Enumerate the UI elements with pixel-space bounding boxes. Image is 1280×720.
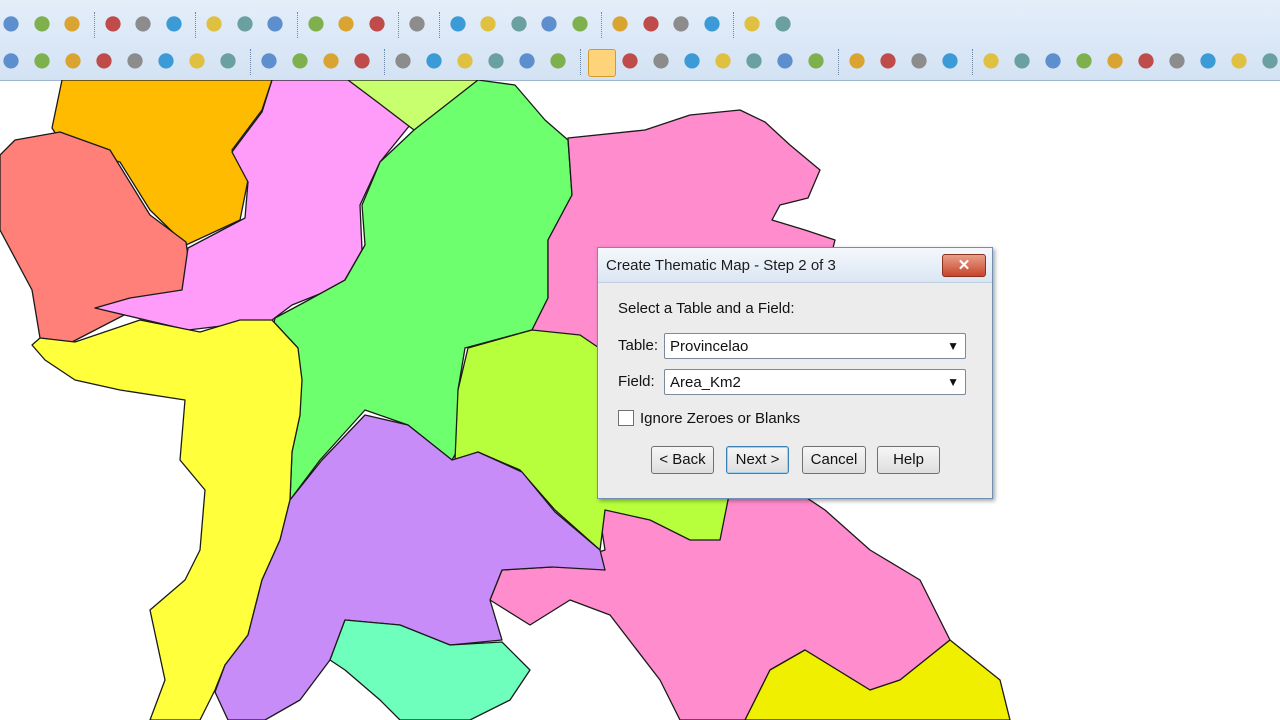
more-icon[interactable] [1259, 51, 1280, 73]
toolbar-separator [972, 49, 975, 75]
text-style-icon[interactable] [351, 51, 373, 73]
dialog-titlebar[interactable]: Create Thematic Map - Step 2 of 3 ✕ [598, 248, 992, 283]
add-node-icon[interactable] [454, 51, 476, 73]
open-workspace-icon[interactable] [162, 14, 185, 36]
radius-select-icon[interactable] [650, 51, 672, 73]
polygon-icon[interactable] [186, 51, 208, 73]
frame-icon[interactable] [155, 51, 177, 73]
export-pdf-icon[interactable] [264, 14, 286, 36]
dialog-title: Create Thematic Map - Step 2 of 3 [606, 257, 836, 274]
graph-select-icon[interactable] [805, 51, 827, 73]
convert-icon[interactable] [516, 51, 538, 73]
combine-icon[interactable] [485, 51, 507, 73]
select-prompt: Select a Table and a Field: [618, 300, 795, 317]
shield-icon[interactable] [700, 14, 723, 36]
rectangle-icon[interactable] [62, 51, 84, 73]
save-copy-icon[interactable] [132, 14, 154, 36]
select-icon[interactable] [588, 49, 616, 77]
globe-icon[interactable] [609, 14, 631, 36]
ignore-zeroes-label[interactable]: Ignore Zeroes or Blanks [640, 410, 800, 427]
toolbar-separator [733, 12, 736, 38]
open-icon[interactable] [0, 14, 22, 36]
redistrict-icon[interactable] [568, 14, 591, 36]
field-dropdown[interactable]: Area_Km2 ▼ [664, 369, 966, 395]
dropdown-arrow-icon: ▼ [947, 375, 959, 389]
symbol-icon[interactable] [258, 51, 280, 73]
boundary-select-icon[interactable] [712, 51, 734, 73]
ruler-icon[interactable] [1042, 51, 1064, 73]
reshape-icon[interactable] [423, 51, 445, 73]
toolbar-separator [93, 12, 97, 38]
layer-icon[interactable] [392, 51, 414, 73]
standard-toolbar [0, 4, 1280, 44]
marquee-select-icon[interactable] [619, 51, 641, 73]
dropdown-arrow-icon: ▼ [947, 339, 959, 353]
close-icon: ✕ [957, 257, 971, 274]
toolbar-separator [250, 49, 253, 75]
legend-icon[interactable] [1166, 51, 1188, 73]
arc-icon[interactable] [320, 51, 342, 73]
next-button[interactable]: Next > [726, 446, 789, 474]
toolbar-separator [296, 12, 300, 38]
chart-icon[interactable] [639, 14, 662, 36]
stats-icon[interactable] [670, 14, 692, 36]
ellipse-icon[interactable] [0, 51, 22, 73]
comment-icon[interactable] [771, 14, 794, 36]
help-button[interactable]: Help [877, 446, 940, 474]
browser-icon[interactable] [446, 14, 469, 36]
measure-icon[interactable] [1135, 51, 1157, 73]
field-label: Field: [618, 373, 655, 390]
drag-icon[interactable] [547, 51, 569, 73]
cut-icon[interactable] [304, 14, 327, 36]
hotlink-icon[interactable] [741, 14, 763, 36]
line-icon[interactable] [289, 51, 311, 73]
close-button[interactable]: ✕ [942, 254, 986, 277]
field-value: Area_Km2 [670, 374, 741, 391]
copy-doc-icon[interactable] [335, 14, 357, 36]
unselect-icon[interactable] [743, 51, 765, 73]
grabber-icon[interactable] [939, 51, 961, 73]
paste-icon[interactable] [365, 14, 388, 36]
cancel-button[interactable]: Cancel [802, 446, 866, 474]
toolbar-separator [580, 49, 583, 75]
undo-icon[interactable] [406, 14, 428, 36]
toolbar-separator [601, 12, 604, 38]
graph-icon[interactable] [507, 14, 530, 36]
options-icon[interactable] [1228, 51, 1250, 73]
toolbar-separator [398, 12, 401, 38]
copy-icon[interactable] [203, 14, 225, 36]
invert-icon[interactable] [774, 51, 796, 73]
sum-icon[interactable] [1197, 51, 1219, 73]
info-icon[interactable] [980, 51, 1002, 73]
save-icon[interactable] [101, 14, 124, 36]
label-icon[interactable] [1011, 51, 1033, 73]
new-icon[interactable] [30, 14, 53, 36]
print-icon[interactable] [233, 14, 256, 36]
layout-icon[interactable] [538, 14, 560, 36]
drag-window-icon[interactable] [1073, 51, 1095, 73]
toolbar-separator [438, 12, 442, 38]
create-thematic-map-dialog: Create Thematic Map - Step 2 of 3 ✕ Sele… [597, 247, 993, 499]
table-value: Provincelao [670, 338, 749, 355]
table-dropdown[interactable]: Provincelao ▼ [664, 333, 966, 359]
toolbar-separator [838, 49, 841, 75]
table-label: Table: [618, 337, 659, 354]
back-button[interactable]: < Back [651, 446, 714, 474]
ignore-zeroes-checkbox[interactable] [618, 410, 634, 426]
rounded-rect-icon[interactable] [93, 51, 115, 73]
map-window-icon[interactable] [477, 14, 499, 36]
change-view-icon[interactable] [908, 51, 930, 73]
text-icon[interactable] [124, 51, 146, 73]
circle-icon[interactable] [31, 51, 53, 73]
zoom-in-icon[interactable] [846, 51, 868, 73]
polygon-select-icon[interactable] [681, 51, 703, 73]
polyline-icon[interactable] [217, 51, 239, 73]
toolbar-separator [384, 49, 387, 75]
zoom-out-icon[interactable] [877, 51, 899, 73]
tools-toolbar [0, 44, 1280, 81]
find-icon[interactable] [61, 14, 83, 36]
toolbar-area [0, 0, 1280, 81]
toolbar-separator [195, 12, 198, 38]
layer-control-icon[interactable] [1104, 51, 1126, 73]
